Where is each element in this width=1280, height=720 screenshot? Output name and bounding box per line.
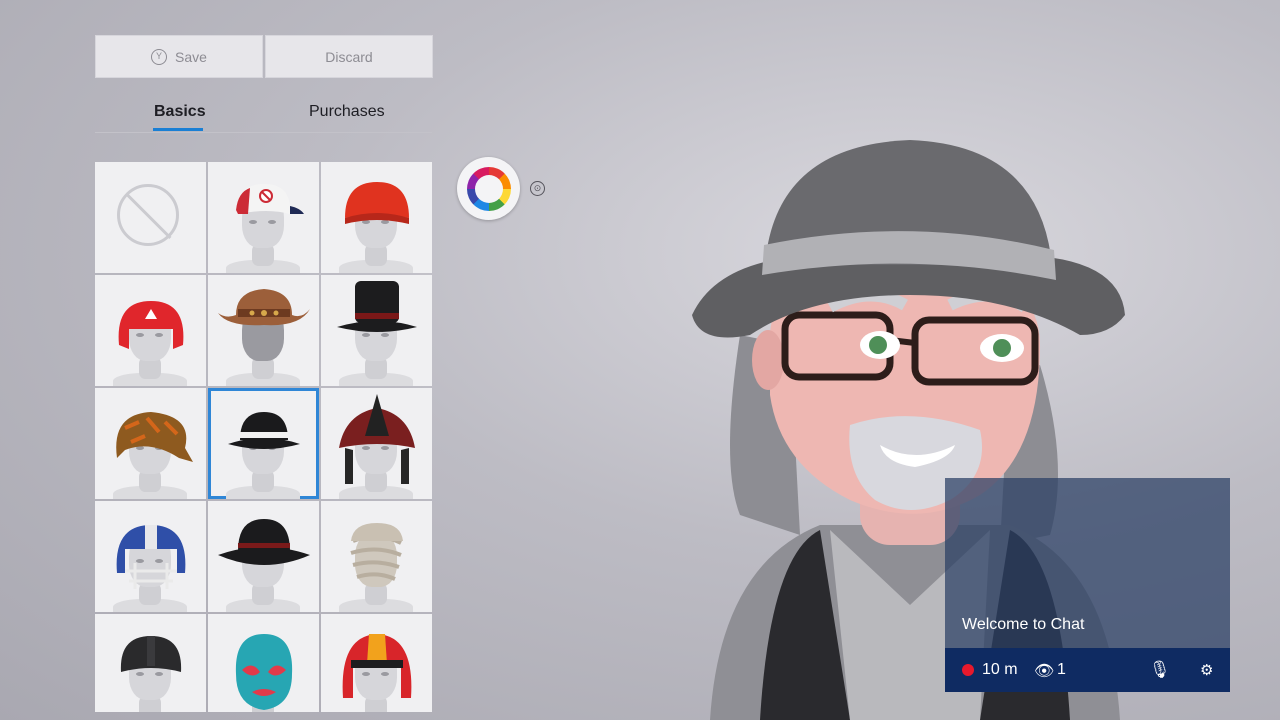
firefighter-helmet-icon: [339, 394, 415, 484]
item-tile-fedora[interactable]: [208, 388, 319, 499]
view-toggle-icon[interactable]: ⊙: [530, 181, 545, 196]
item-tile-top-hat[interactable]: [321, 275, 432, 386]
item-tile-bandana[interactable]: [95, 388, 206, 499]
item-tile-firefighter-helmet[interactable]: [321, 388, 432, 499]
broadcast-status-bar: 10 m 👁 1 🎙 ⚙: [945, 648, 1230, 692]
no-entry-icon: [117, 184, 179, 246]
item-tile-red-beanie[interactable]: [321, 162, 432, 273]
settings-icon[interactable]: ⚙: [1200, 661, 1213, 679]
item-tile-cowboy-hat[interactable]: [208, 275, 319, 386]
bandana-icon: [116, 412, 193, 462]
baseball-cap-icon: [236, 184, 304, 214]
fedora-icon: [228, 412, 300, 449]
tab-purchases[interactable]: Purchases: [309, 103, 385, 121]
cowboy-hat-icon: [218, 289, 310, 326]
item-tile-baseball-cap[interactable]: [208, 162, 319, 273]
motorcycle-helmet-icon: [342, 634, 412, 698]
viewer-count: 1: [1057, 661, 1066, 678]
active-tab-indicator: [153, 128, 203, 131]
chat-panel: Welcome to Chat: [945, 478, 1230, 648]
beanie-icon: [345, 182, 409, 224]
broadcast-duration: 10 m: [982, 661, 1018, 678]
item-tile-football-helmet[interactable]: [95, 501, 206, 612]
save-label: Save: [175, 48, 207, 65]
top-hat-icon: [337, 281, 417, 332]
microphone-icon[interactable]: 🎙: [1149, 660, 1171, 680]
item-tile-mummy-wrap[interactable]: [321, 501, 432, 612]
color-wheel-icon: [466, 166, 511, 211]
item-tile-no-hat[interactable]: [95, 162, 206, 273]
chat-title: Welcome to Chat: [962, 616, 1085, 633]
tab-basics[interactable]: Basics: [154, 103, 206, 121]
hat-grid: [95, 162, 433, 712]
wide-brim-hat-icon: [218, 519, 310, 565]
football-helmet-icon: [116, 525, 186, 589]
eye-icon: 👁: [1034, 663, 1055, 680]
item-tile-boxing-headgear[interactable]: [95, 275, 206, 386]
record-dot-icon: [962, 664, 974, 676]
item-tile-wide-brim-hat[interactable]: [208, 501, 319, 612]
tab-bar: Basics Purchases: [95, 95, 432, 133]
item-tile-riding-helmet[interactable]: [95, 614, 206, 712]
y-button-icon: Y: [151, 48, 168, 65]
luchador-mask-icon: [235, 634, 293, 710]
discard-button[interactable]: Discard: [265, 35, 433, 78]
item-tile-luchador-mask[interactable]: [208, 614, 319, 712]
discard-label: Discard: [325, 48, 373, 65]
color-picker-button[interactable]: [457, 157, 520, 220]
boxing-headgear-icon: [118, 301, 184, 349]
item-tile-motorcycle-helmet[interactable]: [321, 614, 432, 712]
riding-helmet-icon: [120, 636, 182, 672]
mummy-wrap-icon: [350, 523, 403, 581]
save-button[interactable]: Y Save: [95, 35, 263, 78]
